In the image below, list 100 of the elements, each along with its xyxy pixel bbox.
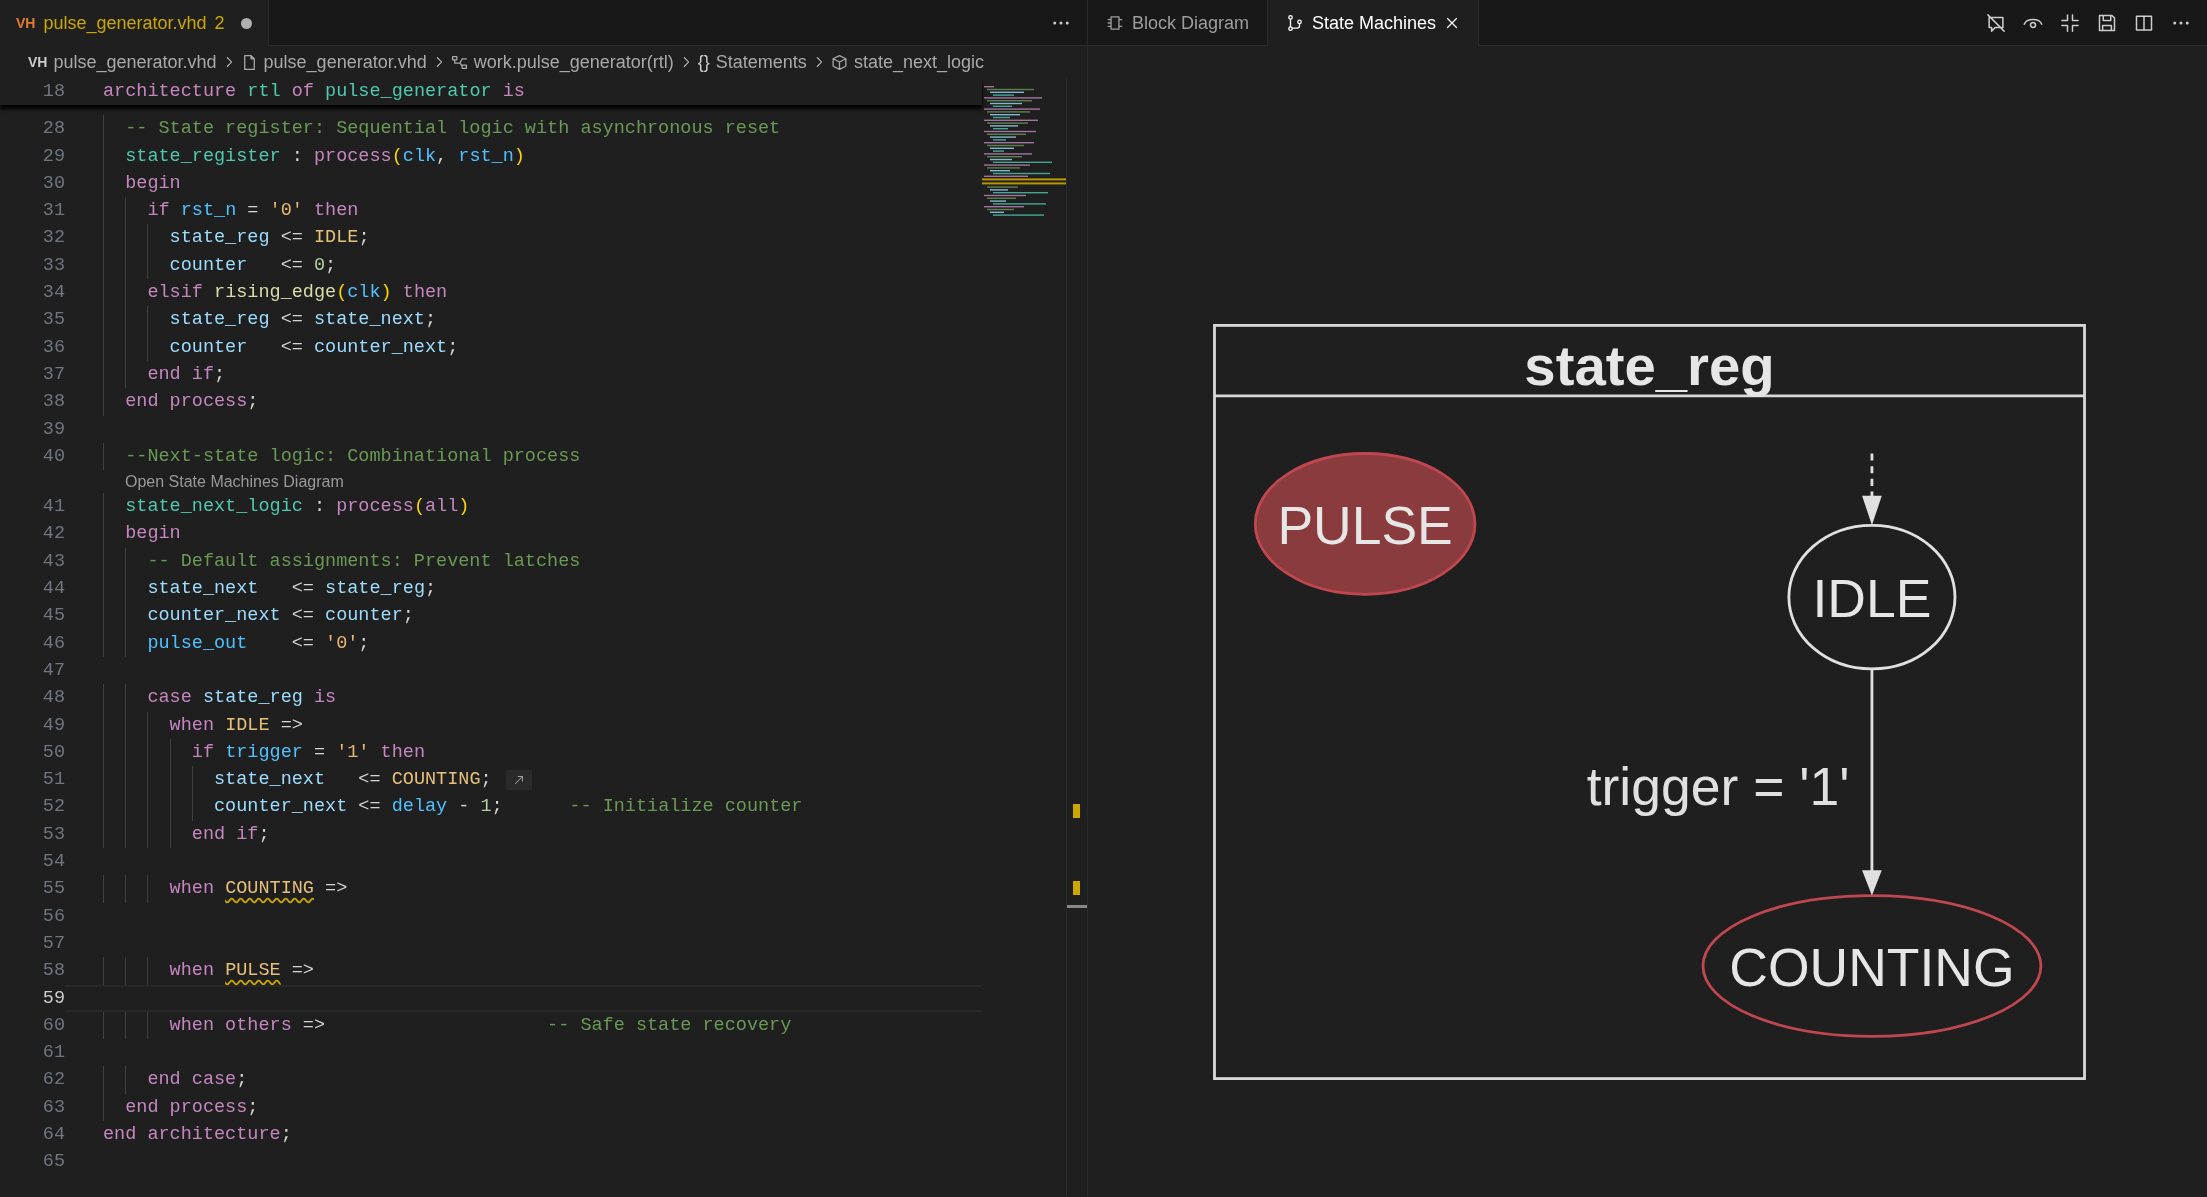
code-line: end if; [190, 822, 270, 847]
line-number: 58 [41, 959, 65, 984]
code-line: end architecture; [103, 1123, 292, 1147]
breadcrumb-item[interactable]: work.pulse_generator(rtl) [450, 51, 674, 73]
line-number: 34 [41, 281, 65, 306]
line-number: 59 [41, 986, 65, 1011]
code-line: end process; [124, 1095, 259, 1120]
codelens-link[interactable]: Open State Machines Diagram [125, 472, 344, 491]
line-number: 57 [41, 931, 65, 956]
line-number: 28 [41, 117, 65, 142]
code-line: if rst_n = '0' then [146, 199, 359, 224]
breadcrumb-item[interactable]: pulse_generator.vhd [240, 51, 427, 73]
code-line: state_next <= state_reg; [146, 577, 437, 602]
line-number: 41 [41, 495, 65, 520]
code-line: counter <= counter_next; [168, 335, 459, 360]
code-line: begin [124, 171, 181, 196]
hierarchy-icon [450, 53, 468, 71]
breadcrumb-item[interactable]: {} Statements [697, 51, 807, 73]
line-number: 56 [41, 904, 65, 929]
crossed-chat-icon[interactable] [1986, 12, 2006, 33]
code-line: begin [124, 522, 181, 547]
line-number: 18 [41, 80, 65, 104]
modified-dot[interactable] [240, 17, 252, 29]
line-number: 32 [41, 226, 65, 251]
line-number: 39 [41, 417, 65, 442]
code-line: counter <= 0; [168, 253, 337, 278]
line-number: 54 [41, 850, 65, 874]
code-line: state_register : process(clk, rst_n) [124, 144, 525, 169]
line-number: 40 [41, 444, 65, 469]
line-number: 48 [41, 686, 65, 711]
line-number: 37 [41, 362, 65, 387]
code-line: state_next <= COUNTING; [213, 768, 492, 793]
line-number: 46 [41, 631, 65, 656]
line-number: 55 [41, 877, 65, 902]
breadcrumb-item[interactable]: VH pulse_generator.vhd [28, 51, 217, 73]
breadcrumb-item[interactable]: state_next_logic [830, 51, 984, 73]
code-line: elsif rising_edge(clk) then [146, 281, 448, 306]
line-number: 62 [41, 1068, 65, 1093]
line-number: 47 [41, 658, 65, 683]
line-number: 31 [41, 199, 65, 224]
line-number: 30 [41, 171, 65, 196]
state-node[interactable]: COUNTING [1701, 894, 2043, 1038]
line-number: 38 [41, 390, 65, 415]
chip-icon [1106, 14, 1124, 32]
diagram-title: state_reg [1524, 333, 1775, 397]
warning-marker [1073, 880, 1080, 895]
code-line: counter_next <= delay - 1; -- Initialize counter [213, 795, 803, 820]
code-line: state_reg <= IDLE; [168, 226, 370, 251]
line-number: 60 [41, 1013, 65, 1038]
line-number: 61 [41, 1041, 65, 1066]
code-line: when COUNTING => [168, 877, 348, 902]
editor-tab[interactable]: State Machines [1268, 0, 1480, 46]
code-line: case state_reg is [146, 686, 337, 711]
code-line: end if; [146, 362, 226, 387]
code-line: end case; [146, 1068, 248, 1093]
collapse-icon[interactable] [2060, 12, 2080, 33]
line-number: 45 [41, 604, 65, 629]
code-line: state_next_logic : process(all) [124, 495, 470, 520]
code-line: pulse_out <= '0'; [146, 631, 370, 656]
code-line: -- Default assignments: Prevent latches [146, 549, 581, 574]
cursor-marker [1067, 904, 1087, 908]
line-number: 63 [41, 1095, 65, 1120]
code-line: counter_next <= counter; [146, 604, 414, 629]
line-number: 64 [41, 1123, 65, 1147]
save-icon[interactable] [2097, 12, 2117, 33]
code-line: architecture rtl of pulse_generator is [103, 80, 525, 104]
line-number: 65 [41, 1150, 65, 1175]
problem-count: 2 [214, 12, 225, 34]
split-editor-icon[interactable] [2134, 12, 2154, 33]
line-number: 33 [41, 253, 65, 278]
code-line: -- State register: Sequential logic with asynchronous reset [124, 117, 781, 142]
line-number: 35 [41, 308, 65, 333]
line-number: 53 [41, 822, 65, 847]
line-number: 29 [41, 144, 65, 169]
line-number: 52 [41, 795, 65, 820]
state-node[interactable]: PULSE [1253, 452, 1477, 596]
line-number: 51 [41, 768, 65, 793]
file-type-label: VH [16, 15, 36, 31]
line-number: 49 [41, 713, 65, 738]
code-line: when PULSE => [168, 959, 314, 984]
warning-marker [1073, 803, 1080, 818]
line-number: 42 [41, 522, 65, 547]
tab-title: pulse_generator.vhd [43, 12, 207, 34]
state-node[interactable]: IDLE [1787, 523, 1957, 671]
line-number: 36 [41, 335, 65, 360]
cube-icon [830, 53, 848, 71]
code-line: when others => -- Safe state recovery [168, 1013, 792, 1038]
line-number: 50 [41, 740, 65, 765]
line-number: 43 [41, 549, 65, 574]
code-line: --Next-state logic: Combinational process [124, 444, 581, 469]
editor-tab[interactable]: VH pulse_generator.vhd 2 [0, 0, 269, 46]
code-line: end process; [124, 390, 259, 415]
code-line: state_reg <= state_next; [168, 308, 437, 333]
code-line: if trigger = '1' then [190, 740, 425, 765]
transition-label: trigger = '1' [1586, 757, 1850, 817]
tab-title: Block Diagram [1132, 12, 1250, 34]
line-number: 44 [41, 577, 65, 602]
state-diagram-icon [1286, 14, 1305, 32]
tab-title: State Machines [1312, 12, 1437, 34]
code-line: when IDLE => [168, 713, 303, 738]
